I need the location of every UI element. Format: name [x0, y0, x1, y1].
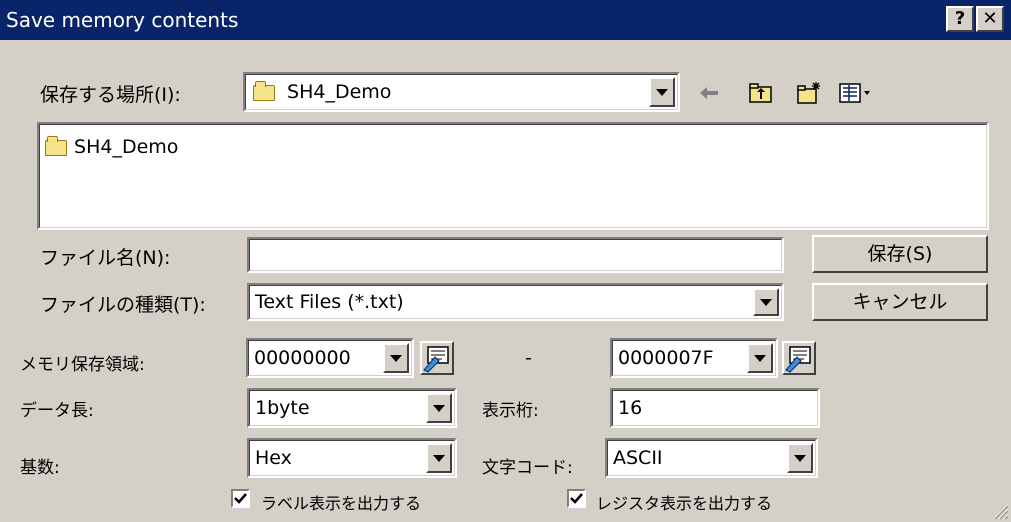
cancel-button[interactable]: キャンセル — [812, 283, 988, 321]
back-arrow-icon[interactable] — [696, 80, 722, 106]
list-item[interactable]: SH4_Demo — [45, 135, 178, 158]
char-code-combobox[interactable]: ASCII — [605, 438, 818, 478]
folder-icon — [253, 80, 275, 101]
save-button[interactable]: 保存(S) — [812, 235, 988, 273]
radix-combobox[interactable]: Hex — [247, 438, 457, 478]
save-in-value: SH4_Demo — [287, 81, 392, 103]
char-code-label: 文字コード: — [482, 458, 573, 478]
file-name-input[interactable] — [247, 237, 784, 273]
display-digits-input[interactable]: 16 — [610, 388, 820, 428]
save-in-combobox[interactable]: SH4_Demo — [243, 72, 680, 112]
memory-end-dropdown-button[interactable] — [747, 343, 773, 373]
data-length-dropdown-button[interactable] — [426, 393, 452, 423]
memory-start-dropdown-button[interactable] — [383, 343, 409, 373]
window-title: Save memory contents — [6, 8, 239, 32]
data-length-combobox[interactable]: 1byte — [247, 388, 457, 428]
radix-dropdown-button[interactable] — [426, 443, 452, 473]
char-code-dropdown-button[interactable] — [787, 443, 813, 473]
save-in-dropdown-button[interactable] — [649, 77, 675, 107]
file-type-combobox[interactable]: Text Files (*.txt) — [247, 283, 784, 321]
close-button[interactable]: ✕ — [976, 6, 1004, 32]
file-type-label: ファイルの種類(T): — [40, 294, 206, 316]
memory-area-separator: - — [525, 347, 532, 369]
register-output-label: レジスタ表示を出力する — [596, 494, 773, 513]
new-folder-icon[interactable] — [796, 80, 822, 106]
view-menu-icon[interactable] — [838, 80, 874, 106]
address-picker-end-button[interactable] — [782, 341, 816, 375]
save-in-label: 保存する場所(I): — [40, 84, 181, 106]
file-name-label: ファイル名(N): — [40, 247, 171, 269]
data-length-label: データ長: — [20, 401, 94, 421]
title-bar: Save memory contents ? ✕ — [0, 0, 1011, 40]
address-picker-start-button[interactable] — [420, 341, 454, 375]
file-type-dropdown-button[interactable] — [753, 288, 779, 316]
register-output-checkbox[interactable] — [567, 489, 586, 508]
checkmark-icon — [234, 493, 247, 504]
memory-start-combobox[interactable]: 00000000 — [246, 338, 414, 378]
folder-icon — [45, 135, 67, 156]
resize-grip-icon[interactable] — [991, 502, 1009, 520]
help-button[interactable]: ? — [946, 6, 974, 32]
radix-label: 基数: — [20, 458, 60, 478]
checkmark-icon — [570, 493, 583, 504]
label-output-label: ラベル表示を出力する — [261, 494, 422, 513]
label-output-checkbox[interactable] — [231, 489, 250, 508]
file-list[interactable]: SH4_Demo — [37, 122, 989, 230]
memory-area-label: メモリ保存領域: — [20, 355, 145, 375]
memory-end-combobox[interactable]: 0000007F — [610, 338, 778, 378]
address-picker-icon — [785, 346, 811, 373]
display-digits-label: 表示桁: — [482, 401, 539, 421]
up-folder-icon[interactable] — [748, 80, 774, 106]
address-picker-icon — [423, 346, 449, 373]
